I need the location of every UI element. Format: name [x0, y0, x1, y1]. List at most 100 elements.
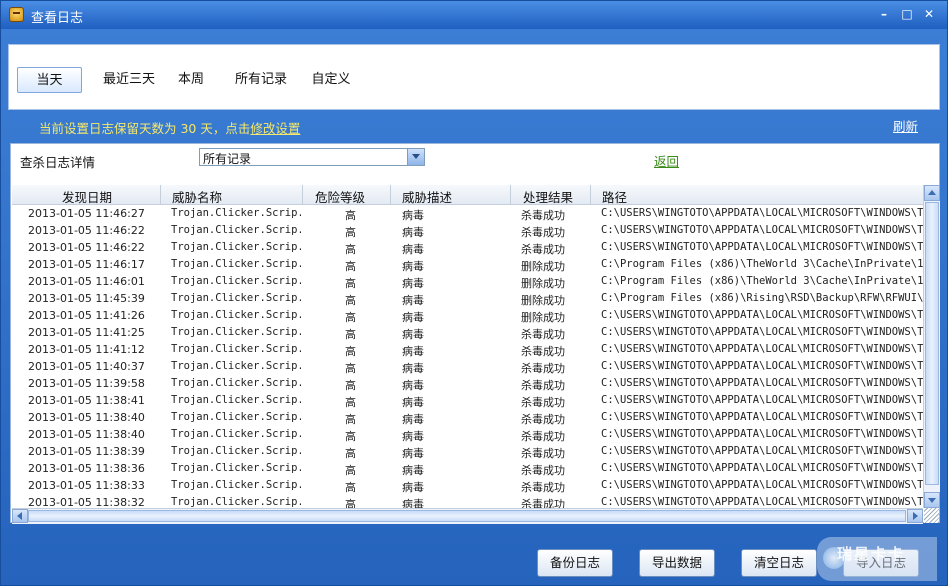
- app-logo-icon: [9, 7, 24, 22]
- cell-threat-name: Trojan.Clicker.Scrip...: [171, 377, 301, 389]
- cell-date: 2013-01-05 11:38:36: [28, 462, 145, 475]
- vertical-scrollbar[interactable]: [923, 185, 940, 508]
- table-row[interactable]: 2013-01-05 11:38:36 Trojan.Clicker.Scrip.…: [12, 460, 923, 477]
- backup-log-button[interactable]: 备份日志: [537, 549, 613, 577]
- table-row[interactable]: 2013-01-05 11:46:22 Trojan.Clicker.Scrip.…: [12, 239, 923, 256]
- resize-grip-icon[interactable]: [924, 508, 939, 523]
- time-range-tabs: 当天 最近三天 本周 所有记录 自定义: [8, 44, 940, 110]
- cell-result: 杀毒成功: [521, 481, 565, 494]
- cell-risk-level: 高: [345, 260, 356, 273]
- cell-path: C:\USERS\WINGTOTO\APPDATA\LOCAL\MICROSOF…: [601, 428, 923, 440]
- column-separator[interactable]: [510, 185, 511, 204]
- cell-result: 杀毒成功: [521, 328, 565, 341]
- maximize-icon[interactable]: □: [900, 7, 914, 21]
- close-icon[interactable]: ✕: [922, 7, 936, 21]
- cell-result: 杀毒成功: [521, 498, 565, 508]
- cell-risk-level: 高: [345, 464, 356, 477]
- modify-settings-link[interactable]: 修改设置: [250, 121, 300, 136]
- column-separator[interactable]: [160, 185, 161, 204]
- cell-result: 删除成功: [521, 260, 565, 273]
- window-title: 查看日志: [31, 11, 84, 26]
- tab-today[interactable]: 当天: [17, 67, 82, 93]
- cell-result: 杀毒成功: [521, 379, 565, 392]
- column-separator[interactable]: [590, 185, 591, 204]
- cell-path: C:\USERS\WINGTOTO\APPDATA\LOCAL\MICROSOF…: [601, 326, 923, 338]
- cell-threat-name: Trojan.Clicker.Scrip...: [171, 224, 301, 236]
- cell-risk-level: 高: [345, 226, 356, 239]
- scroll-up-button[interactable]: [924, 185, 940, 201]
- table-row[interactable]: 2013-01-05 11:45:39 Trojan.Clicker.Scrip.…: [12, 290, 923, 307]
- cell-path: C:\USERS\WINGTOTO\APPDATA\LOCAL\MICROSOF…: [601, 360, 923, 372]
- column-separator[interactable]: [390, 185, 391, 204]
- cell-path: C:\USERS\WINGTOTO\APPDATA\LOCAL\MICROSOF…: [601, 479, 923, 491]
- column-separator[interactable]: [302, 185, 303, 204]
- cell-threat-name: Trojan.Clicker.Scrip...: [171, 309, 301, 321]
- table-row[interactable]: 2013-01-05 11:38:39 Trojan.Clicker.Scrip.…: [12, 443, 923, 460]
- cell-threat-desc: 病毒: [402, 226, 424, 239]
- column-header-threat-name[interactable]: 威胁名称: [172, 187, 222, 206]
- tab-all-records[interactable]: 所有记录: [231, 67, 291, 93]
- minimize-icon[interactable]: –: [877, 7, 891, 21]
- cell-result: 杀毒成功: [521, 447, 565, 460]
- record-filter-select[interactable]: 所有记录: [199, 148, 425, 166]
- cell-threat-name: Trojan.Clicker.Scrip...: [171, 207, 301, 219]
- table-row[interactable]: 2013-01-05 11:38:32 Trojan.Clicker.Scrip.…: [12, 494, 923, 508]
- column-header-date[interactable]: 发现日期: [62, 187, 112, 206]
- cell-risk-level: 高: [345, 498, 356, 508]
- cell-path: C:\USERS\WINGTOTO\APPDATA\LOCAL\MICROSOF…: [601, 462, 923, 474]
- cell-threat-desc: 病毒: [402, 362, 424, 375]
- export-data-button[interactable]: 导出数据: [639, 549, 715, 577]
- cell-threat-desc: 病毒: [402, 277, 424, 290]
- scroll-left-button[interactable]: [12, 509, 28, 523]
- column-header-risk-level[interactable]: 危险等级: [315, 187, 365, 206]
- table-row[interactable]: 2013-01-05 11:46:22 Trojan.Clicker.Scrip.…: [12, 222, 923, 239]
- table-row[interactable]: 2013-01-05 11:39:58 Trojan.Clicker.Scrip.…: [12, 375, 923, 392]
- column-header-threat-desc[interactable]: 威胁描述: [402, 187, 452, 206]
- scroll-down-button[interactable]: [924, 492, 940, 508]
- cell-threat-desc: 病毒: [402, 464, 424, 477]
- vertical-scroll-thumb[interactable]: [925, 202, 939, 485]
- cell-threat-desc: 病毒: [402, 447, 424, 460]
- cell-date: 2013-01-05 11:38:40: [28, 411, 145, 424]
- back-link[interactable]: 返回: [654, 151, 679, 170]
- scroll-right-button[interactable]: [907, 509, 923, 523]
- cell-threat-name: Trojan.Clicker.Scrip...: [171, 411, 301, 423]
- table-row[interactable]: 2013-01-05 11:41:26 Trojan.Clicker.Scrip.…: [12, 307, 923, 324]
- cell-date: 2013-01-05 11:46:17: [28, 258, 145, 271]
- table-row[interactable]: 2013-01-05 11:38:40 Trojan.Clicker.Scrip.…: [12, 426, 923, 443]
- table-row[interactable]: 2013-01-05 11:38:40 Trojan.Clicker.Scrip.…: [12, 409, 923, 426]
- table-row[interactable]: 2013-01-05 11:41:25 Trojan.Clicker.Scrip.…: [12, 324, 923, 341]
- table-row[interactable]: 2013-01-05 11:46:01 Trojan.Clicker.Scrip.…: [12, 273, 923, 290]
- horizontal-scroll-thumb[interactable]: [28, 510, 906, 522]
- cell-risk-level: 高: [345, 311, 356, 324]
- tab-this-week[interactable]: 本周: [171, 67, 211, 93]
- column-header-result[interactable]: 处理结果: [523, 187, 573, 206]
- chevron-down-icon[interactable]: [407, 149, 424, 165]
- title-bar[interactable]: 查看日志 – □ ✕: [1, 1, 947, 29]
- refresh-link[interactable]: 刷新: [893, 116, 918, 135]
- arrow-left-icon: [17, 512, 22, 520]
- cell-result: 删除成功: [521, 277, 565, 290]
- table-row[interactable]: 2013-01-05 11:46:27 Trojan.Clicker.Scrip.…: [12, 205, 923, 222]
- horizontal-scrollbar[interactable]: [12, 508, 923, 524]
- cell-result: 杀毒成功: [521, 345, 565, 358]
- cell-date: 2013-01-05 11:41:25: [28, 326, 145, 339]
- table-row[interactable]: 2013-01-05 11:41:12 Trojan.Clicker.Scrip.…: [12, 341, 923, 358]
- table-row[interactable]: 2013-01-05 11:46:17 Trojan.Clicker.Scrip.…: [12, 256, 923, 273]
- cell-threat-name: Trojan.Clicker.Scrip...: [171, 343, 301, 355]
- table-row[interactable]: 2013-01-05 11:38:41 Trojan.Clicker.Scrip.…: [12, 392, 923, 409]
- cell-path: C:\USERS\WINGTOTO\APPDATA\LOCAL\MICROSOF…: [601, 224, 923, 236]
- table-row[interactable]: 2013-01-05 11:38:33 Trojan.Clicker.Scrip.…: [12, 477, 923, 494]
- cell-threat-desc: 病毒: [402, 328, 424, 341]
- cell-date: 2013-01-05 11:38:33: [28, 479, 145, 492]
- cell-threat-desc: 病毒: [402, 413, 424, 426]
- tab-custom[interactable]: 自定义: [307, 67, 355, 93]
- cell-threat-name: Trojan.Clicker.Scrip...: [171, 479, 301, 491]
- table-row[interactable]: 2013-01-05 11:40:37 Trojan.Clicker.Scrip.…: [12, 358, 923, 375]
- cell-threat-desc: 病毒: [402, 345, 424, 358]
- cell-threat-name: Trojan.Clicker.Scrip...: [171, 258, 301, 270]
- tab-last-three-days[interactable]: 最近三天: [93, 67, 165, 93]
- arrow-up-icon: [928, 190, 936, 195]
- column-header-path[interactable]: 路径: [602, 187, 627, 206]
- clear-log-button[interactable]: 清空日志: [741, 549, 817, 577]
